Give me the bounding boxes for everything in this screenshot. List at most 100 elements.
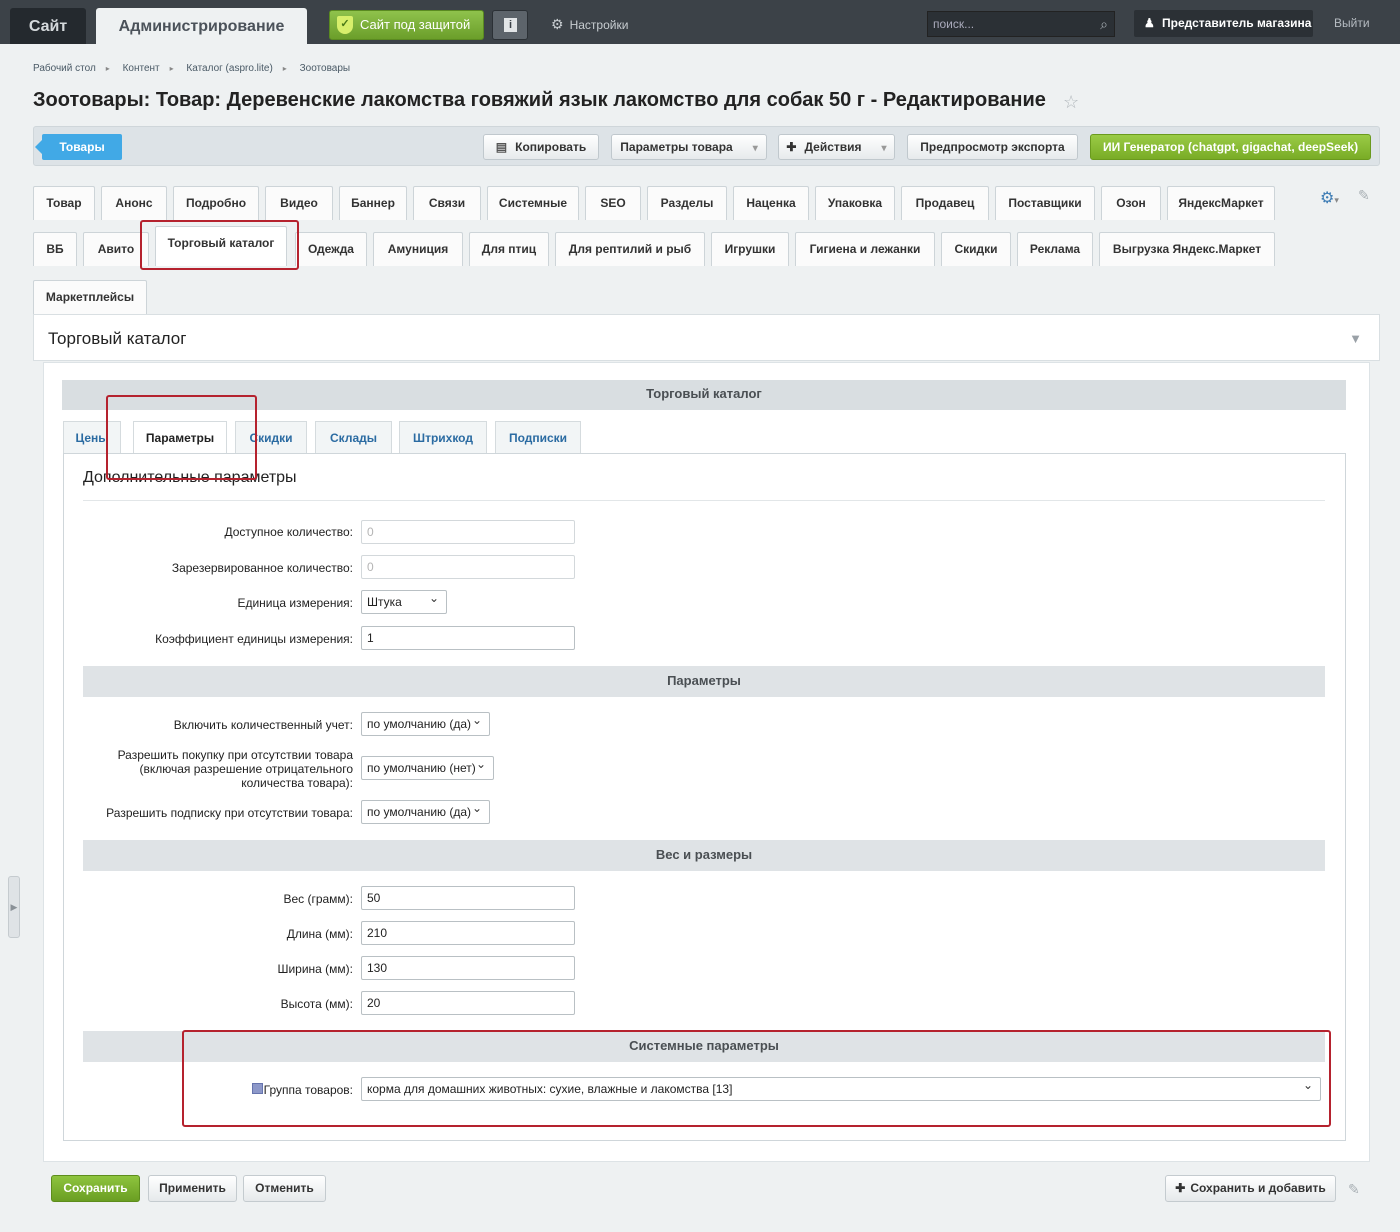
tab-birds[interactable]: Для птиц xyxy=(469,232,549,266)
reserved-qty-field: 0 xyxy=(361,555,575,579)
tab-suppliers[interactable]: Поставщики xyxy=(995,186,1095,220)
action-toolbar: Товары ▤ Копировать Параметры товара ✚ Дей… xyxy=(33,126,1380,166)
pin-icon[interactable]: ✎ xyxy=(1348,1181,1360,1198)
tab-ads[interactable]: Реклама xyxy=(1017,232,1093,266)
admin-tab[interactable]: Администрирование xyxy=(96,8,307,44)
height-label: Высота (мм): xyxy=(280,997,353,1011)
collapse-icon[interactable]: ▼ xyxy=(1349,331,1362,346)
tab-yandex-market[interactable]: ЯндексМаркет xyxy=(1167,186,1275,220)
plus-icon: ✚ xyxy=(1175,1181,1186,1195)
gear-icon: ⚙ xyxy=(551,16,564,32)
chevron-right-icon: ▸ xyxy=(105,64,110,73)
chevron-right-icon: ▸ xyxy=(169,64,174,73)
unit-label: Единица измерения: xyxy=(237,596,353,610)
section-header[interactable]: Торговый каталог ▼ xyxy=(33,314,1380,361)
divider xyxy=(83,500,1325,501)
page-title: Зоотовары: Товар: Деревенские лакомства … xyxy=(33,89,1046,111)
search-icon[interactable]: ⌕ xyxy=(1100,12,1108,36)
site-secure-label: Сайт под защитой xyxy=(360,17,471,32)
allow-purchase-select[interactable]: по умолчанию (нет) xyxy=(361,753,494,780)
subtab-subscriptions[interactable]: Подписки xyxy=(495,421,581,453)
unit-select[interactable]: Штука xyxy=(361,587,447,614)
goods-back-button[interactable]: Товары xyxy=(35,134,122,160)
highlight-trade-catalog-tab xyxy=(140,220,299,270)
allow-subscribe-select[interactable]: по умолчанию (да) xyxy=(361,797,490,824)
logout-link[interactable]: Выйти xyxy=(1334,16,1370,30)
tab-product[interactable]: Товар xyxy=(33,186,95,220)
tab-wb[interactable]: ВБ xyxy=(33,232,77,266)
tab-system[interactable]: Системные xyxy=(487,186,579,220)
save-and-add-label: Сохранить и добавить xyxy=(1190,1181,1326,1195)
available-qty-field: 0 xyxy=(361,520,575,544)
subtab-barcode[interactable]: Штрихкод xyxy=(399,421,487,453)
tab-settings-gear-icon[interactable]: ⚙▾ xyxy=(1320,188,1339,208)
search-placeholder: поиск... xyxy=(933,17,975,31)
plus-icon: ✚ xyxy=(786,140,797,154)
tab-yandex-export[interactable]: Выгрузка Яндекс.Маркет xyxy=(1099,232,1275,266)
search-input[interactable]: поиск... ⌕ xyxy=(927,11,1115,37)
tab-links[interactable]: Связи xyxy=(413,186,481,220)
tab-announce[interactable]: Анонс xyxy=(101,186,167,220)
apply-button[interactable]: Применить xyxy=(148,1175,237,1202)
unit-coef-input[interactable]: 1 xyxy=(361,626,575,650)
tab-seo[interactable]: SEO xyxy=(585,186,641,220)
tab-discounts[interactable]: Скидки xyxy=(941,232,1011,266)
height-input[interactable]: 20 xyxy=(361,991,575,1015)
sidebar-toggle-handle[interactable]: ▶ xyxy=(8,876,20,938)
tab-hygiene[interactable]: Гигиена и лежанки xyxy=(795,232,935,266)
actions-label: Действия xyxy=(804,140,862,154)
breadcrumb-item[interactable]: Контент xyxy=(123,63,160,74)
subtab-warehouses[interactable]: Склады xyxy=(315,421,392,453)
export-preview-button[interactable]: Предпросмотр экспорта xyxy=(907,134,1078,160)
cancel-button[interactable]: Отменить xyxy=(243,1175,326,1202)
site-tab[interactable]: Сайт xyxy=(10,8,86,44)
user-label: Представитель магазина xyxy=(1162,16,1312,30)
product-params-dropdown[interactable]: Параметры товара xyxy=(611,134,767,160)
user-button[interactable]: ♟ Представитель магазина xyxy=(1134,10,1313,37)
breadcrumb-item[interactable]: Каталог (aspro.lite) xyxy=(186,63,272,74)
qty-accounting-label: Включить количественный учет: xyxy=(173,718,353,732)
save-and-add-button[interactable]: ✚ Сохранить и добавить xyxy=(1165,1175,1336,1202)
allow-subscribe-label: Разрешить подписку при отсутствии товара… xyxy=(106,806,353,820)
tab-ozon[interactable]: Озон xyxy=(1101,186,1161,220)
ai-generator-button[interactable]: ИИ Генератор (chatgpt, gigachat, deepSee… xyxy=(1090,134,1371,160)
tab-marketplaces[interactable]: Маркетплейсы xyxy=(33,280,147,314)
width-input[interactable]: 130 xyxy=(361,956,575,980)
copy-icon: ▤ xyxy=(495,140,508,154)
info-icon: i xyxy=(504,18,517,32)
tab-banner[interactable]: Баннер xyxy=(339,186,407,220)
breadcrumb-item[interactable]: Зоотовары xyxy=(300,63,350,74)
section-title: Торговый каталог xyxy=(48,329,187,348)
qty-accounting-select[interactable]: по умолчанию (да) xyxy=(361,709,490,736)
save-button[interactable]: Сохранить xyxy=(51,1175,140,1202)
breadcrumb-item[interactable]: Рабочий стол xyxy=(33,63,96,74)
tab-details[interactable]: Подробно xyxy=(173,186,259,220)
shield-icon: ✓ xyxy=(337,16,353,34)
pin-icon[interactable]: ✎ xyxy=(1358,187,1370,204)
tab-seller[interactable]: Продавец xyxy=(901,186,989,220)
info-button[interactable]: i xyxy=(492,10,528,40)
weight-input[interactable]: 50 xyxy=(361,886,575,910)
allow-purchase-label-1: Разрешить покупку при отсутствии товара xyxy=(117,748,353,762)
settings-link[interactable]: ⚙ Настройки xyxy=(551,16,628,33)
site-secure-button[interactable]: ✓ Сайт под защитой xyxy=(329,10,484,40)
length-input[interactable]: 210 xyxy=(361,921,575,945)
star-icon[interactable]: ☆ xyxy=(1063,92,1079,113)
actions-dropdown[interactable]: ✚ Действия xyxy=(778,134,895,160)
tab-clothes[interactable]: Одежда xyxy=(295,232,367,266)
tab-markup[interactable]: Наценка xyxy=(733,186,809,220)
tab-sections[interactable]: Разделы xyxy=(647,186,727,220)
highlight-system-params xyxy=(182,1030,1331,1127)
allow-purchase-label-2: (включая разрешение отрицательного xyxy=(139,762,354,776)
unit-coef-label: Коэффициент единицы измерения: xyxy=(155,632,353,646)
tab-reptiles-fish[interactable]: Для рептилий и рыб xyxy=(555,232,705,266)
copy-button[interactable]: ▤ Копировать xyxy=(483,134,599,160)
length-label: Длина (мм): xyxy=(286,927,353,941)
tab-ammunition[interactable]: Амуниция xyxy=(373,232,463,266)
product-params-label: Параметры товара xyxy=(620,140,733,154)
width-label: Ширина (мм): xyxy=(277,962,353,976)
breadcrumb: Рабочий стол ▸ Контент ▸ Каталог (aspro.li… xyxy=(33,63,360,74)
tab-toys[interactable]: Игрушки xyxy=(711,232,789,266)
tab-packaging[interactable]: Упаковка xyxy=(815,186,895,220)
tab-video[interactable]: Видео xyxy=(265,186,333,220)
